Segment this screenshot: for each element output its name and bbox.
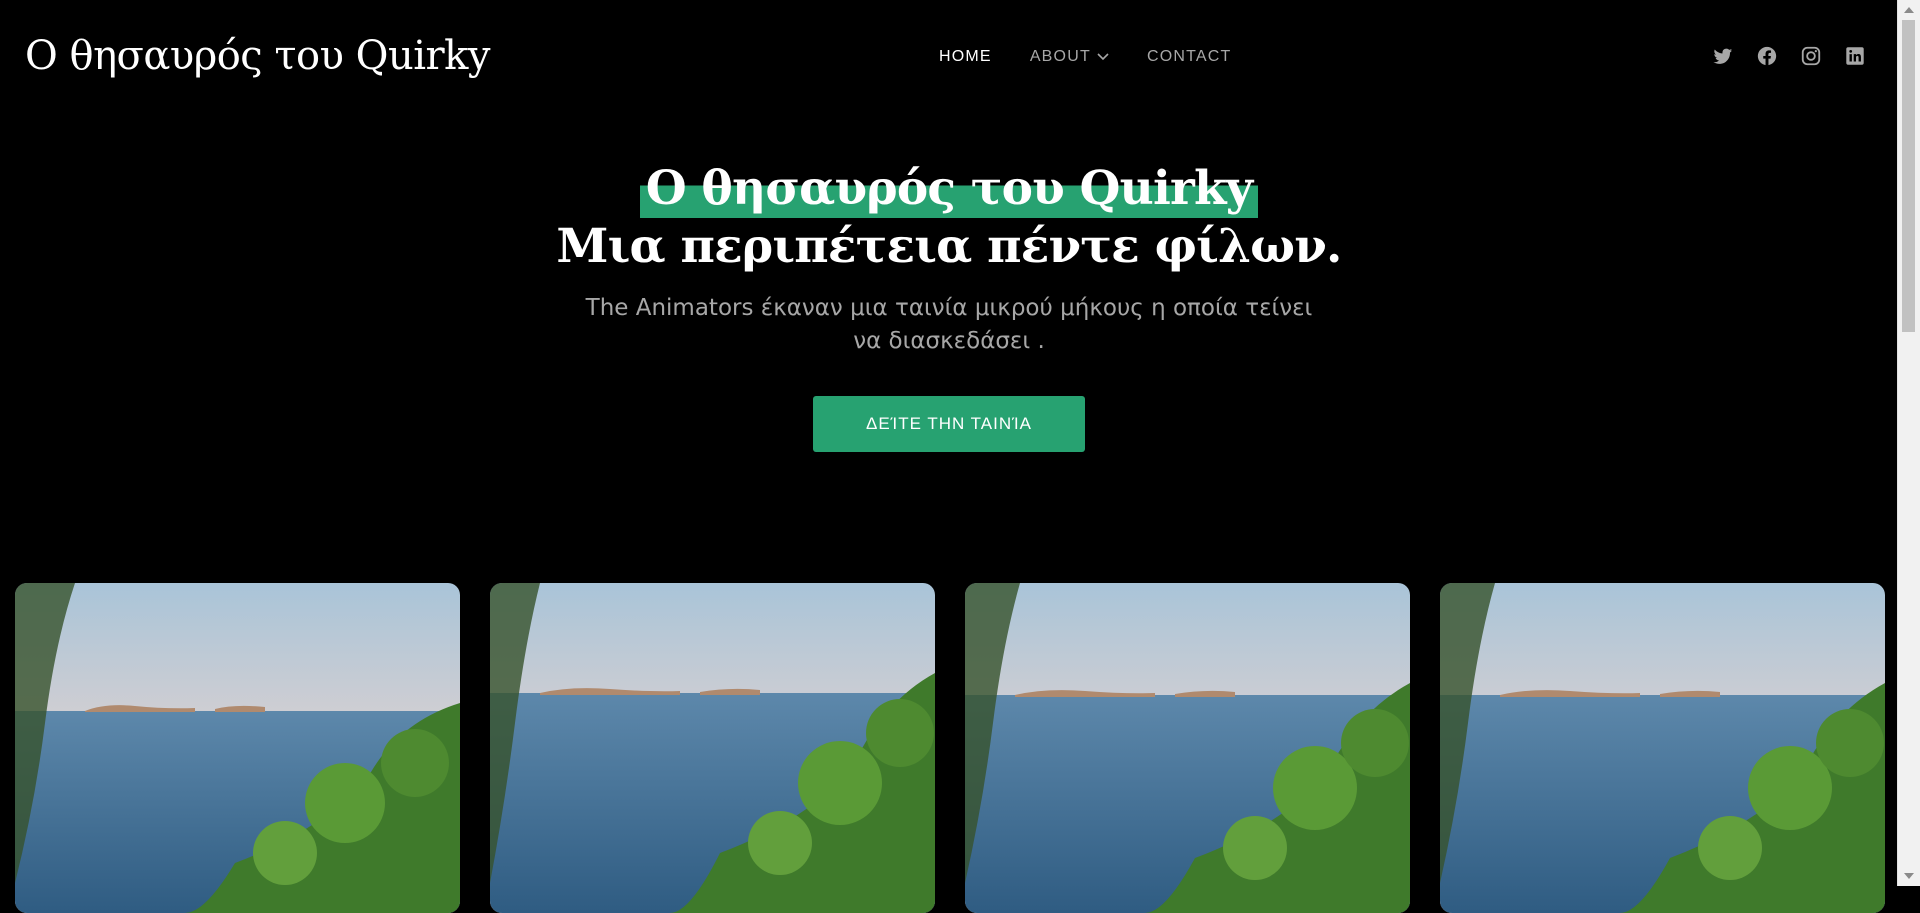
- social-links: [1712, 45, 1866, 67]
- hero-title-highlight: Ο θησαυρός του Quirky: [639, 160, 1259, 218]
- hero-subtitle: The Animators έκαναν μια ταινία μικρού μ…: [585, 295, 1313, 354]
- hero-title-line2: Μια περιπέτεια πέντε φίλων.: [556, 219, 1342, 274]
- nav-home-label: HOME: [939, 48, 992, 65]
- gallery-image[interactable]: [965, 583, 1410, 913]
- instagram-icon[interactable]: [1800, 45, 1822, 67]
- page-scrollbar[interactable]: [1897, 0, 1920, 886]
- linkedin-icon[interactable]: [1844, 45, 1866, 67]
- nav-about-label: ABOUT: [1029, 48, 1091, 65]
- gallery-image[interactable]: [1440, 583, 1885, 913]
- watch-movie-button[interactable]: ΔΕΊΤΕ ΤΗΝ ΤΑΙΝΊΑ: [813, 396, 1085, 452]
- chevron-down-icon: [1097, 53, 1109, 61]
- scroll-up-arrow-icon[interactable]: [1904, 7, 1914, 13]
- nav-contact-label: CONTACT: [1146, 48, 1232, 65]
- site-header: Ο θησαυρός του Quirky HOME ABOUT CONTACT: [0, 0, 1898, 115]
- hero-title: Ο θησαυρός του Quirky Μια περιπέτεια πέν…: [0, 160, 1898, 276]
- main-nav: HOME ABOUT CONTACT: [939, 45, 1231, 69]
- nav-about[interactable]: ABOUT: [1030, 48, 1109, 66]
- scrollbar-thumb[interactable]: [1902, 20, 1915, 332]
- nav-contact[interactable]: CONTACT: [1147, 48, 1232, 66]
- twitter-icon[interactable]: [1712, 45, 1734, 67]
- site-title[interactable]: Ο θησαυρός του Quirky: [25, 28, 490, 84]
- gallery-image[interactable]: [490, 583, 935, 913]
- nav-home[interactable]: HOME: [939, 48, 992, 66]
- hero-section: Ο θησαυρός του Quirky Μια περιπέτεια πέν…: [0, 160, 1898, 452]
- gallery-image[interactable]: [15, 583, 460, 913]
- facebook-icon[interactable]: [1756, 45, 1778, 67]
- scroll-down-arrow-icon[interactable]: [1904, 873, 1914, 879]
